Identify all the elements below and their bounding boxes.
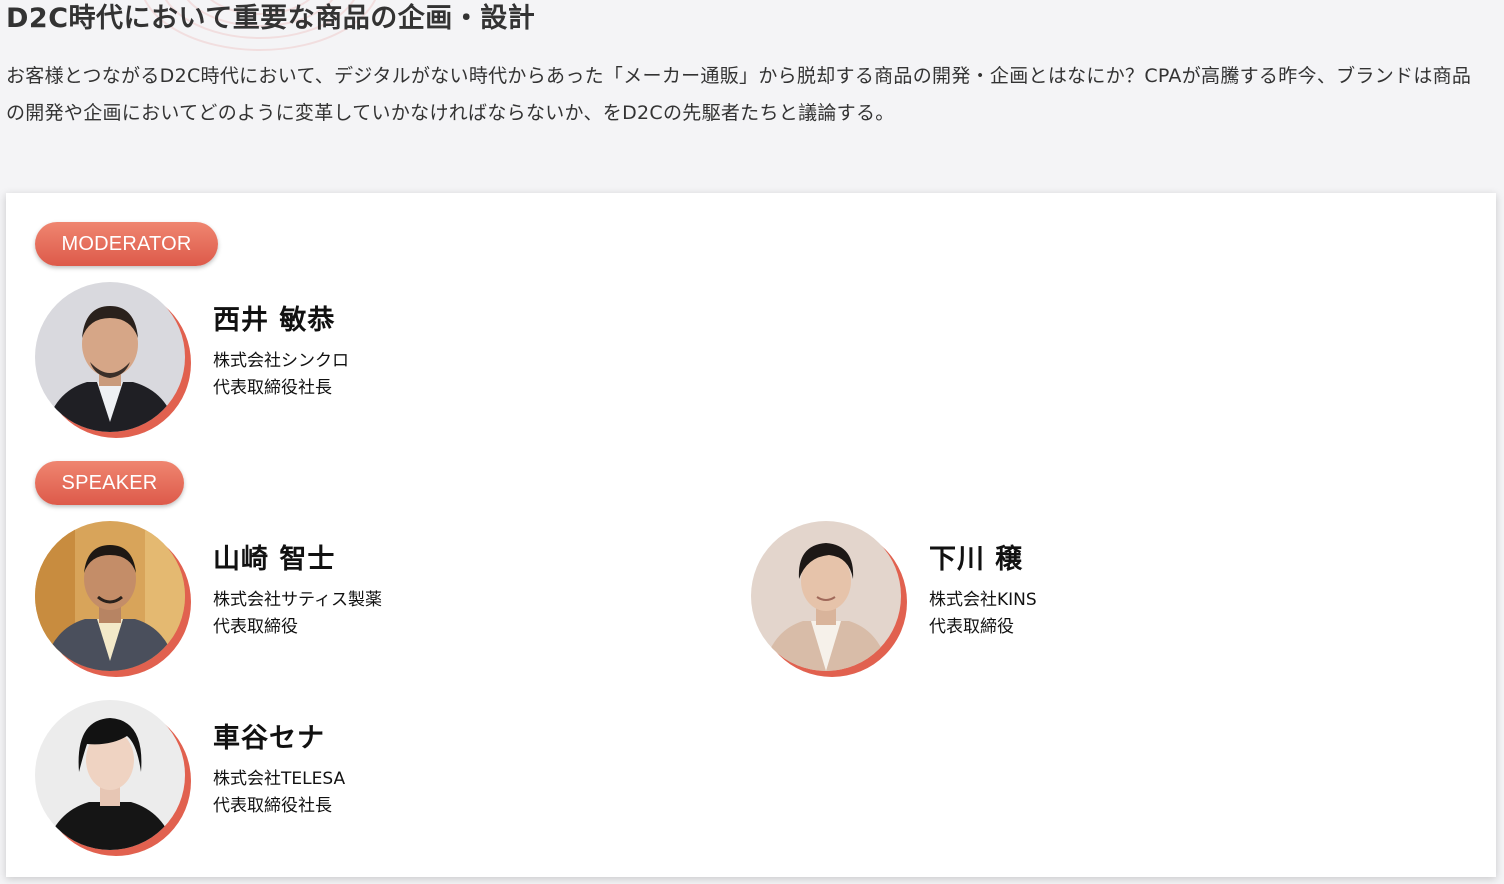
person-company: 株式会社KINS bbox=[929, 590, 1037, 610]
person-name: 西井 敏恭 bbox=[213, 305, 336, 336]
person-name: 車谷セナ bbox=[213, 723, 325, 754]
session-header: D2C時代において重要な商品の企画・設計 お客様とつながるD2C時代において、デ… bbox=[0, 0, 1504, 192]
speaker-badge: SPEAKER bbox=[35, 461, 184, 505]
person-title: 代表取締役 bbox=[929, 617, 1014, 637]
person-title: 代表取締役社長 bbox=[213, 378, 332, 398]
speaker-card: 車谷セナ 株式会社TELESA 代表取締役社長 bbox=[35, 700, 655, 860]
avatar bbox=[751, 521, 911, 681]
person-photo bbox=[35, 700, 185, 850]
moderator-badge: MODERATOR bbox=[35, 222, 218, 266]
person-photo bbox=[35, 282, 185, 432]
person-company: 株式会社TELESA bbox=[213, 769, 346, 789]
person-photo bbox=[35, 521, 185, 671]
person-company: 株式会社シンクロ bbox=[213, 351, 349, 371]
session-description: お客様とつながるD2C時代において、デジタルがない時代からあった「メーカー通販」… bbox=[6, 65, 1472, 124]
moderator-card: 西井 敏恭 株式会社シンクロ 代表取締役社長 bbox=[35, 282, 655, 442]
person-company: 株式会社サティス製薬 bbox=[213, 590, 382, 610]
person-name: 下川 穣 bbox=[929, 544, 1024, 575]
speaker-card: 下川 穣 株式会社KINS 代表取締役 bbox=[751, 521, 1371, 681]
person-title: 代表取締役 bbox=[213, 617, 298, 637]
avatar bbox=[35, 700, 195, 860]
person-photo bbox=[751, 521, 901, 671]
session-title: D2C時代において重要な商品の企画・設計 bbox=[6, 3, 536, 34]
speaker-card: 山崎 智士 株式会社サティス製薬 代表取締役 bbox=[35, 521, 655, 681]
person-name: 山崎 智士 bbox=[213, 544, 336, 575]
avatar bbox=[35, 282, 195, 442]
person-title: 代表取締役社長 bbox=[213, 796, 332, 816]
people-panel: MODERATOR 西井 敏恭 株式会社シンクロ 代表取締役社長 SPEAKER bbox=[6, 193, 1496, 877]
avatar bbox=[35, 521, 195, 681]
